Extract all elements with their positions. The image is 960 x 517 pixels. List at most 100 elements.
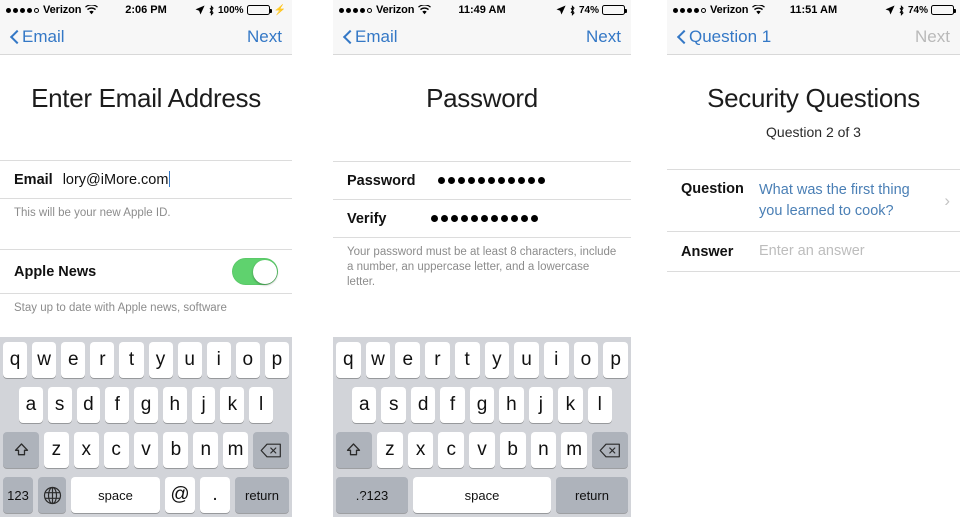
key-f[interactable]: f — [105, 387, 130, 423]
email-list: Email lory@iMore.com — [0, 160, 292, 199]
password-row[interactable]: Password — [333, 162, 631, 200]
key-z[interactable]: z — [376, 432, 403, 468]
shift-icon[interactable] — [3, 432, 39, 468]
next-button[interactable]: Next — [247, 27, 282, 47]
key-n[interactable]: n — [193, 432, 219, 468]
key-z[interactable]: z — [44, 432, 69, 468]
back-button[interactable]: Question 1 — [677, 27, 771, 47]
carrier-name: Verizon — [376, 4, 415, 16]
key-d[interactable]: d — [76, 387, 101, 423]
page-title: Password — [426, 83, 538, 113]
key-f[interactable]: f — [440, 387, 465, 423]
key-d[interactable]: d — [410, 387, 436, 423]
key-e[interactable]: e — [395, 342, 421, 378]
key-c[interactable]: c — [438, 432, 465, 468]
battery-percent: 74% — [578, 4, 599, 16]
key-y[interactable]: y — [484, 342, 510, 378]
key-b[interactable]: b — [499, 432, 526, 468]
key-c[interactable]: c — [103, 432, 129, 468]
bluetooth-icon — [208, 4, 215, 16]
key-n[interactable]: n — [530, 432, 557, 468]
key-l[interactable]: l — [249, 387, 274, 423]
key-t[interactable]: t — [454, 342, 480, 378]
key-w[interactable]: w — [32, 342, 57, 378]
key-numeric-mode[interactable]: .?123 — [336, 477, 408, 513]
verify-input[interactable] — [430, 215, 538, 222]
answer-input[interactable]: Enter an answer — [759, 241, 950, 262]
key-m[interactable]: m — [223, 432, 249, 468]
back-button[interactable]: Email — [343, 27, 398, 47]
globe-icon[interactable] — [38, 477, 66, 513]
delete-icon[interactable] — [253, 432, 290, 468]
key-g[interactable]: g — [134, 387, 158, 423]
key-x[interactable]: x — [73, 432, 99, 468]
location-arrow-icon — [885, 5, 895, 15]
next-button: Next — [915, 27, 950, 46]
key-i[interactable]: i — [206, 342, 231, 378]
key-k[interactable]: k — [558, 387, 583, 423]
key-q[interactable]: q — [335, 342, 361, 378]
email-row[interactable]: Email lory@iMore.com — [0, 161, 292, 199]
key-x[interactable]: x — [407, 432, 434, 468]
key-l[interactable]: l — [587, 387, 612, 423]
key-b[interactable]: b — [163, 432, 189, 468]
key-j[interactable]: j — [191, 387, 216, 423]
key-g[interactable]: g — [469, 387, 495, 423]
key-h[interactable]: h — [162, 387, 187, 423]
chevron-right-icon: › — [944, 191, 950, 211]
key-q[interactable]: q — [3, 342, 28, 378]
key-i[interactable]: i — [543, 342, 569, 378]
answer-row-label: Answer — [681, 243, 734, 260]
email-input[interactable]: lory@iMore.com — [63, 171, 171, 188]
keyboard-row-3: z x c v b n m — [335, 432, 629, 468]
verify-row[interactable]: Verify — [333, 200, 631, 238]
key-r[interactable]: r — [425, 342, 450, 378]
apple-news-row[interactable]: Apple News — [0, 250, 292, 295]
key-y[interactable]: y — [148, 342, 173, 378]
key-at[interactable]: @ — [165, 477, 195, 513]
next-button[interactable]: Next — [586, 27, 621, 47]
key-k[interactable]: k — [220, 387, 245, 423]
key-s[interactable]: s — [381, 387, 406, 423]
key-space[interactable]: space — [413, 477, 551, 513]
keyboard-row-1: q w e r t y u i o p — [3, 342, 289, 378]
key-a[interactable]: a — [352, 387, 377, 423]
password-input[interactable] — [437, 177, 545, 184]
chevron-left-icon — [343, 30, 352, 45]
key-u[interactable]: u — [514, 342, 539, 378]
key-v[interactable]: v — [469, 432, 495, 468]
key-o[interactable]: o — [573, 342, 599, 378]
key-p[interactable]: p — [603, 342, 629, 378]
key-h[interactable]: h — [499, 387, 524, 423]
key-p[interactable]: p — [264, 342, 289, 378]
key-a[interactable]: a — [18, 387, 43, 423]
page-subtitle: Question 2 of 3 — [766, 124, 861, 140]
answer-row[interactable]: Answer Enter an answer — [667, 232, 960, 272]
back-button[interactable]: Email — [10, 27, 65, 47]
key-u[interactable]: u — [177, 342, 202, 378]
key-period[interactable]: . — [200, 477, 230, 513]
status-bar-left: Verizon — [6, 4, 99, 16]
key-v[interactable]: v — [133, 432, 159, 468]
key-t[interactable]: t — [119, 342, 144, 378]
delete-icon[interactable] — [592, 432, 629, 468]
key-m[interactable]: m — [561, 432, 588, 468]
key-e[interactable]: e — [61, 342, 86, 378]
bluetooth-icon — [898, 4, 905, 16]
key-w[interactable]: w — [365, 342, 391, 378]
keyboard: q w e r t y u i o p a s d f g h j k l z … — [0, 337, 292, 517]
key-r[interactable]: r — [90, 342, 115, 378]
question-row[interactable]: Question What was the first thing you le… — [667, 170, 960, 233]
key-o[interactable]: o — [235, 342, 260, 378]
apple-news-toggle[interactable] — [232, 258, 278, 286]
screenshot-stage: Verizon 2:06 PM 100% ⚡ Email Next Enter … — [0, 0, 960, 517]
key-space[interactable]: space — [71, 477, 160, 513]
key-return[interactable]: return — [235, 477, 289, 513]
key-s[interactable]: s — [47, 387, 72, 423]
key-123[interactable]: 123 — [3, 477, 33, 513]
key-j[interactable]: j — [528, 387, 554, 423]
key-return[interactable]: return — [556, 477, 628, 513]
apple-news-list: Apple News — [0, 249, 292, 295]
wifi-icon — [418, 5, 432, 15]
shift-icon[interactable] — [335, 432, 372, 468]
